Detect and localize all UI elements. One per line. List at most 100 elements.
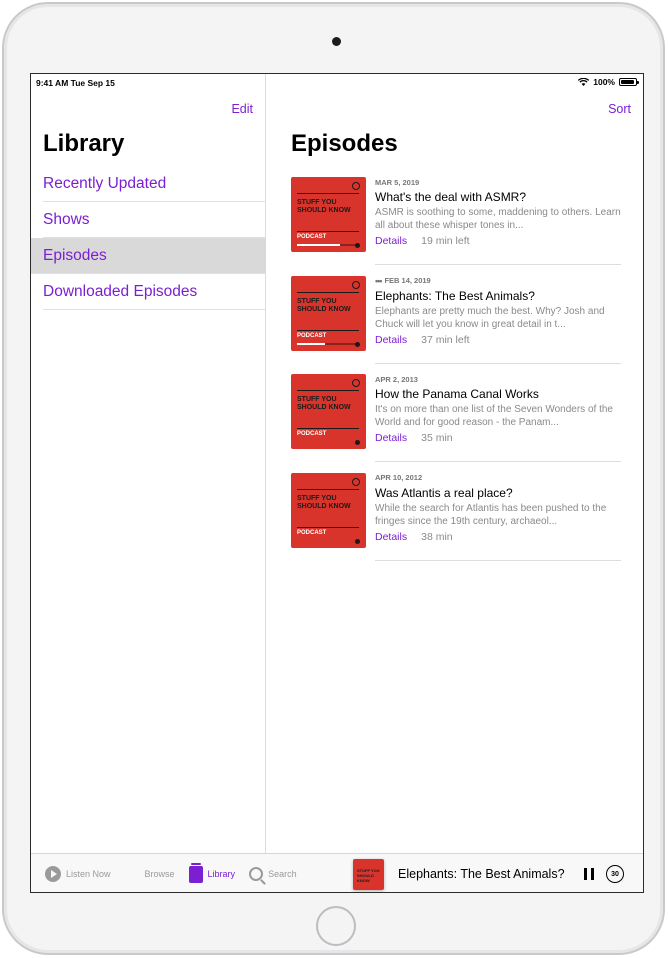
tab-library[interactable]: Library <box>188 862 236 883</box>
artwork-rule <box>297 526 359 528</box>
episode-duration: 19 min left <box>421 235 470 247</box>
sidebar-item-episodes[interactable]: Episodes <box>31 238 266 274</box>
episode-duration: 37 min left <box>421 333 470 346</box>
tab-search[interactable]: Search <box>249 867 297 881</box>
pause-bar <box>591 868 594 880</box>
episode-info: ••• FEB 14, 2019 Elephants: The Best Anim… <box>375 276 621 346</box>
details-link[interactable]: Details <box>375 334 407 346</box>
episode-title[interactable]: What's the deal with ASMR? <box>375 190 621 204</box>
library-list: Recently Updated Shows Episodes Download… <box>31 166 266 310</box>
progress-fill <box>297 342 325 345</box>
artwork-badge: PODCAST <box>297 529 327 536</box>
mini-player[interactable]: STUFF YOU SHOULD KNOW Elephants: The Bes… <box>353 854 643 892</box>
artwork-rule <box>297 329 359 331</box>
artwork-rule <box>297 193 359 194</box>
tab-label: Library <box>207 869 236 879</box>
network-logo-icon <box>355 243 360 248</box>
artwork-badge: PODCAST <box>297 431 327 437</box>
episodes-panel: Sort Episodes STUFF YOU SHOULD KNOW PODC… <box>267 74 643 853</box>
episode-title[interactable]: Was Atlantis a real place? <box>375 486 621 500</box>
details-link[interactable]: Details <box>375 432 407 444</box>
ipad-frame: 9:41 AM Tue Sep 15 100% Edit Library Rec… <box>2 2 665 955</box>
row-divider <box>375 559 621 561</box>
episode-meta: Details 35 min <box>375 432 621 444</box>
episode-info: APR 2, 2013 How the Panama Canal Works I… <box>375 374 621 445</box>
episode-info: MAR 5, 2019 What's the deal with ASMR? A… <box>375 177 621 248</box>
artwork-rule <box>297 488 359 490</box>
show-logo-icon <box>352 379 360 387</box>
sidebar-item-shows[interactable]: Shows <box>31 202 266 238</box>
artwork-text: STUFF YOU SHOULD KNOW <box>297 297 351 313</box>
pause-bar <box>584 868 587 880</box>
episode-description: ASMR is soothing to some, maddening to o… <box>375 207 621 231</box>
grid-icon <box>125 867 140 882</box>
episode-description: Elephants are pretty much the best. Why?… <box>375 305 605 330</box>
episode-meta: Details 19 min left <box>375 235 621 247</box>
episode-row[interactable]: STUFF YOU SHOULD KNOW PODCAST APR 10, 20… <box>291 472 621 572</box>
home-button[interactable] <box>316 906 356 946</box>
episode-artwork: STUFF YOU SHOULD KNOW PODCAST <box>291 275 366 351</box>
episode-meta: Details 37 min left <box>375 334 621 346</box>
mini-artwork-text: STUFF YOU SHOULD KNOW <box>357 867 380 883</box>
episode-description: While the search for Atlantis has been p… <box>375 502 607 527</box>
screen: 9:41 AM Tue Sep 15 100% Edit Library Rec… <box>30 73 644 893</box>
sidebar-item-recently-updated[interactable]: Recently Updated <box>31 166 266 202</box>
episode-description: It's on more than one list of the Seven … <box>375 404 613 428</box>
now-playing-icon: ••• <box>375 275 383 286</box>
episode-date: APR 2, 2013 <box>375 374 621 384</box>
artwork-badge: PODCAST <box>297 332 327 339</box>
episode-date: MAR 5, 2019 <box>375 177 621 187</box>
episode-date-text: MAR 5, 2019 <box>375 177 420 187</box>
show-logo-icon <box>352 280 360 289</box>
library-title: Library <box>43 130 125 157</box>
library-icon <box>188 862 203 883</box>
row-divider <box>375 362 621 364</box>
pause-button[interactable] <box>584 868 594 880</box>
episode-title[interactable]: How the Panama Canal Works <box>375 387 621 401</box>
episode-date-text: APR 10, 2012 <box>375 473 423 482</box>
tab-bar: Listen Now Browse Library Search STUFF Y <box>31 853 643 892</box>
tab-label: Browse <box>144 869 175 879</box>
show-logo-icon <box>352 182 360 190</box>
row-divider <box>375 264 621 265</box>
episode-date-text: APR 2, 2013 <box>375 374 418 384</box>
details-link[interactable]: Details <box>375 235 407 247</box>
skip-forward-30-button[interactable]: 30 <box>606 865 624 883</box>
tab-listen-now[interactable]: Listen Now <box>45 866 111 882</box>
play-circle-icon <box>45 866 61 882</box>
artwork-rule <box>297 390 359 391</box>
sort-button[interactable]: Sort <box>608 102 631 116</box>
artwork-rule <box>297 291 359 293</box>
episode-date: ••• FEB 14, 2019 <box>375 276 621 286</box>
episode-row[interactable]: STUFF YOU SHOULD KNOW PODCAST APR 2, 201… <box>291 374 621 473</box>
sidebar-item-downloaded-episodes[interactable]: Downloaded Episodes <box>31 274 266 310</box>
artwork-badge: PODCAST <box>297 234 327 240</box>
episode-duration: 38 min <box>421 530 453 543</box>
show-logo-icon <box>352 477 360 486</box>
artwork-rule <box>297 231 359 232</box>
episode-title[interactable]: Elephants: The Best Animals? <box>375 289 621 303</box>
network-logo-icon <box>355 538 360 544</box>
episode-date: APR 10, 2012 <box>375 473 621 483</box>
search-icon <box>249 867 264 881</box>
artwork-text: STUFF YOU SHOULD KNOW <box>297 494 351 510</box>
episode-row[interactable]: STUFF YOU SHOULD KNOW PODCAST MAR 5, 201… <box>291 177 621 276</box>
edit-button[interactable]: Edit <box>231 102 253 116</box>
tab-label: Search <box>268 869 297 879</box>
tab-label: Listen Now <box>66 869 111 879</box>
tab-browse[interactable]: Browse <box>125 867 175 882</box>
now-playing-title[interactable]: Elephants: The Best Animals? <box>398 867 570 881</box>
playback-progress <box>297 342 359 345</box>
episode-artwork: STUFF YOU SHOULD KNOW PODCAST <box>291 177 366 252</box>
episode-row[interactable]: STUFF YOU SHOULD KNOW PODCAST ••• FEB 14,… <box>291 275 621 375</box>
episode-info: APR 10, 2012 Was Atlantis a real place? … <box>375 473 621 543</box>
episode-meta: Details 38 min <box>375 531 621 543</box>
sidebar: Edit Library Recently Updated Shows Epis… <box>31 74 266 853</box>
playback-progress <box>297 244 359 246</box>
episode-date-text: FEB 14, 2019 <box>384 276 431 285</box>
episodes-title: Episodes <box>291 130 398 157</box>
episode-list: STUFF YOU SHOULD KNOW PODCAST MAR 5, 201… <box>291 177 621 571</box>
artwork-text: STUFF YOU SHOULD KNOW <box>297 199 351 214</box>
row-divider <box>375 461 621 462</box>
details-link[interactable]: Details <box>375 531 407 543</box>
